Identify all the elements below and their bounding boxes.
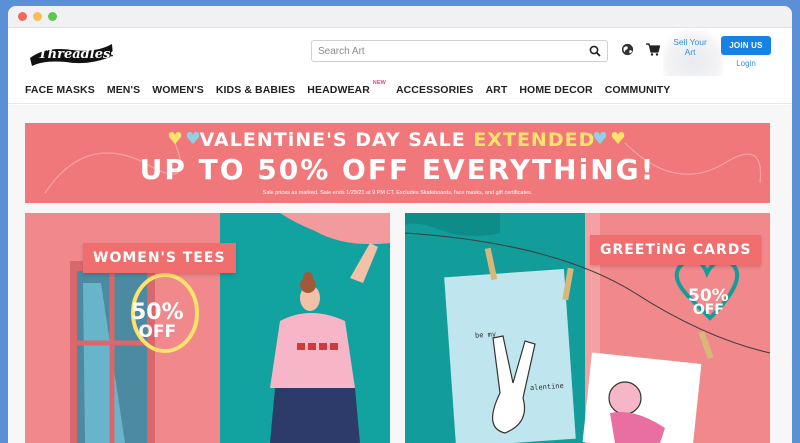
womens-tees-discount: 50% OFF bbox=[131, 300, 184, 342]
nav-item-kids-babies[interactable]: KIDS & BABIES bbox=[216, 84, 295, 96]
promo-card-womens-tees[interactable]: WOMEN'S TEES 50% OFF bbox=[25, 213, 390, 443]
nav-item-home-decor[interactable]: HOME DECOR bbox=[519, 84, 592, 96]
search-box bbox=[311, 40, 608, 62]
card-text-top: be my bbox=[474, 330, 497, 340]
zoom-window-button[interactable] bbox=[48, 12, 57, 21]
globe-icon[interactable] bbox=[621, 43, 634, 56]
nav-item-community[interactable]: COMMUNITY bbox=[605, 84, 671, 96]
minimize-window-button[interactable] bbox=[33, 12, 42, 21]
threadless-site: Threadless Sell Your Art J bbox=[8, 28, 792, 443]
womens-tees-discount-value: 50% bbox=[131, 300, 184, 325]
cart-icon[interactable] bbox=[646, 43, 660, 56]
login-link[interactable]: Login bbox=[721, 59, 771, 68]
womens-tees-discount-label: OFF bbox=[138, 321, 177, 342]
nav-item-headwear[interactable]: HEADWEAR NEW bbox=[307, 80, 386, 96]
logo-wordmark: Threadless bbox=[38, 47, 116, 62]
nav-item-mens[interactable]: MEN'S bbox=[107, 84, 140, 96]
nav-item-headwear-label: HEADWEAR bbox=[307, 83, 370, 96]
nav-item-accessories[interactable]: ACCESSORIES bbox=[396, 84, 474, 96]
site-header: Threadless Sell Your Art J bbox=[8, 28, 792, 76]
join-us-button[interactable]: JOIN US bbox=[721, 36, 771, 55]
sell-your-art-link[interactable]: Sell Your Art bbox=[672, 37, 708, 57]
nav-item-face-masks[interactable]: FACE MASKS bbox=[25, 84, 95, 96]
main-nav: FACE MASKS MEN'S WOMEN'S KIDS & BABIES H… bbox=[8, 76, 792, 104]
sale-fine-print: Sale prices as marked. Sale ends 1/29/21… bbox=[262, 190, 533, 196]
nav-item-art[interactable]: ART bbox=[485, 84, 507, 96]
sale-headline-text: VALENTiNE'S DAY SALE bbox=[199, 129, 466, 151]
threadless-logo[interactable]: Threadless bbox=[26, 36, 116, 68]
page-content: VALENTiNE'S DAY SALE EXTENDED UP TO 50% … bbox=[8, 105, 792, 443]
greeting-cards-label: GREETiNG CARDS bbox=[590, 235, 762, 265]
search-icon[interactable] bbox=[589, 45, 601, 57]
new-badge: NEW bbox=[372, 79, 386, 86]
nav-item-womens[interactable]: WOMEN'S bbox=[152, 84, 204, 96]
sale-headline: VALENTiNE'S DAY SALE EXTENDED bbox=[25, 129, 770, 151]
womens-tees-label: WOMEN'S TEES bbox=[83, 243, 236, 273]
browser-titlebar bbox=[8, 6, 792, 28]
valentines-sale-banner[interactable]: VALENTiNE'S DAY SALE EXTENDED UP TO 50% … bbox=[25, 123, 770, 203]
promo-card-greeting-cards[interactable]: GREETiNG CARDS 50% OFF be my alentine bbox=[405, 213, 770, 443]
close-window-button[interactable] bbox=[18, 12, 27, 21]
greeting-cards-discount-label: OFF bbox=[692, 302, 724, 319]
browser-window: Threadless Sell Your Art J bbox=[8, 6, 792, 443]
sale-extended-text: EXTENDED bbox=[473, 129, 596, 151]
sale-big-headline: UP TO 50% OFF EVERYTHiNG! bbox=[139, 153, 656, 186]
greeting-cards-discount: 50% OFF bbox=[688, 287, 729, 319]
search-input[interactable] bbox=[318, 45, 589, 57]
